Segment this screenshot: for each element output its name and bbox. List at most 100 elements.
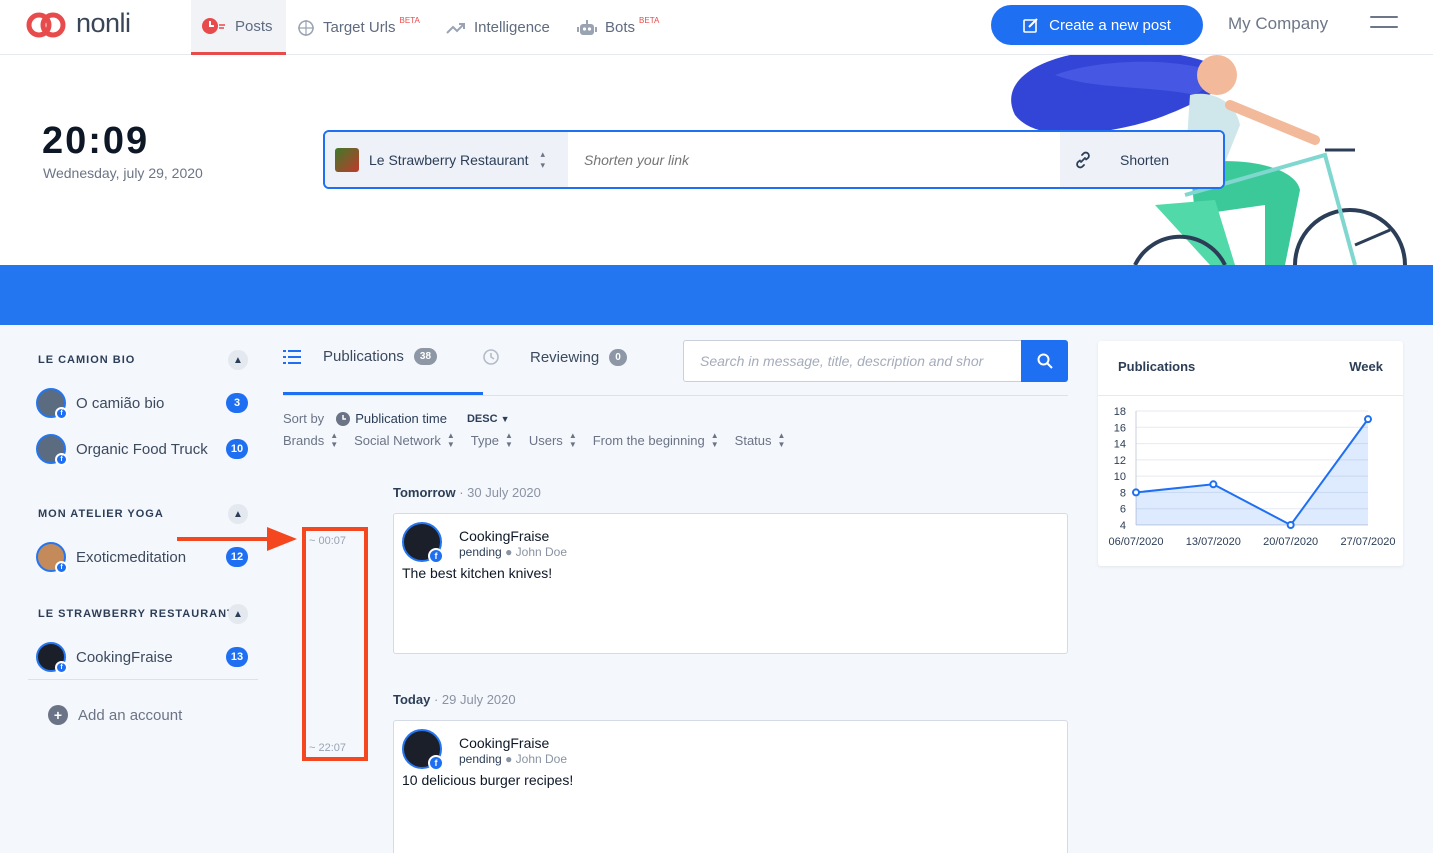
posts-clock-icon — [202, 18, 225, 34]
filter-label: Type — [470, 432, 499, 448]
sidebar-account[interactable]: f Organic Food Truck 10 — [36, 434, 248, 466]
nav-intelligence[interactable]: Intelligence — [446, 0, 550, 55]
link-input[interactable] — [568, 132, 1060, 187]
post-message: 10 delicious burger recipes! — [402, 772, 574, 788]
beta-badge: BETA — [639, 16, 660, 25]
nav-intelligence-label: Intelligence — [474, 19, 550, 36]
stats-title: Publications — [1118, 359, 1196, 374]
card-divider — [1098, 395, 1403, 396]
post-account-name: CookingFraise — [459, 528, 550, 544]
post-meta: pending ● John Doe — [459, 545, 567, 559]
sort-arrows-icon: ▲ ▼ — [330, 431, 339, 449]
filter-type[interactable]: Type ▲ ▼ — [471, 431, 513, 449]
tab-publications[interactable]: Publications 38 — [283, 348, 438, 365]
shorten-label: Shorten — [1120, 151, 1170, 168]
add-account-button[interactable]: + Add an account — [48, 705, 182, 725]
facebook-icon: f — [55, 561, 68, 574]
series-area — [1136, 419, 1368, 525]
sort-arrows-icon: ▲ ▼ — [568, 431, 577, 449]
sort-label: Sort by — [283, 411, 325, 426]
hamburger-menu-icon[interactable] — [1370, 16, 1398, 34]
day-label: Tomorrow — [393, 485, 456, 500]
brand-name[interactable]: nonli — [76, 8, 131, 39]
filter-users[interactable]: Users ▲ ▼ — [529, 431, 577, 449]
publications-count-badge: 38 — [413, 348, 438, 365]
nav-bots-label: Bots — [605, 19, 636, 36]
filter-date-range[interactable]: From the beginning ▲ ▼ — [593, 431, 719, 449]
filter-label: Users — [528, 432, 563, 448]
filters-bar: Brands ▲ ▼ Social Network ▲ ▼ Type ▲ ▼ Users ▲ ▼… — [283, 431, 785, 449]
collapse-chevron-icon[interactable]: ▲ — [228, 604, 248, 624]
plus-icon: + — [48, 705, 68, 725]
data-point — [1364, 415, 1372, 424]
avatar: f — [36, 434, 68, 466]
annotation-arrow-icon — [177, 527, 297, 551]
y-tick-label: 8 — [1120, 487, 1126, 499]
link-shortener: Le Strawberry Restaurant ▴ ▾ Shorten — [323, 130, 1225, 189]
nav-bots[interactable]: Bots BETA — [577, 0, 659, 55]
post-card[interactable]: f CookingFraise pending ● John Doe The b… — [393, 513, 1068, 654]
stats-period-select[interactable]: Week — [1349, 359, 1383, 374]
post-status: pending — [459, 545, 502, 559]
timeline-end-label: 22:07 — [318, 742, 347, 754]
history-icon — [483, 349, 499, 365]
sort-arrows-icon: ▲ ▼ — [777, 431, 786, 449]
post-status: pending — [459, 752, 502, 766]
create-post-button[interactable]: Create a new post — [991, 5, 1203, 45]
sidebar-account[interactable]: f O camião bio 3 — [36, 388, 248, 420]
filter-label: Status — [734, 432, 772, 448]
y-tick-label: 16 — [1114, 422, 1126, 434]
company-selector[interactable]: My Company — [1228, 14, 1328, 34]
tab-publications-label: Publications — [323, 348, 404, 365]
create-post-label: Create a new post — [1049, 16, 1171, 34]
trend-icon — [446, 22, 465, 34]
search-icon — [1037, 353, 1053, 369]
filter-status[interactable]: Status ▲ ▼ — [735, 431, 786, 449]
sort-bar: Sort by Publication time DESC ▼ — [283, 411, 510, 426]
tabs-divider — [283, 395, 1068, 396]
day-header: Tomorrow · 30 July 2020 — [393, 485, 541, 500]
day-date: 29 July 2020 — [441, 692, 516, 707]
beta-badge: BETA — [399, 16, 420, 25]
sidebar-account[interactable]: f CookingFraise 13 — [36, 642, 248, 674]
avatar: f — [402, 729, 444, 771]
post-count-badge: 3 — [226, 393, 248, 413]
y-tick-label: 6 — [1120, 504, 1126, 516]
search-button[interactable] — [1021, 340, 1068, 382]
robot-icon — [577, 19, 597, 35]
avatar: f — [36, 542, 68, 574]
sort-order-select[interactable]: DESC ▼ — [467, 413, 510, 425]
collapse-chevron-icon[interactable]: ▲ — [228, 504, 248, 524]
accent-band — [0, 265, 1433, 325]
post-card[interactable]: f CookingFraise pending ● John Doe 10 de… — [393, 720, 1068, 853]
user-icon: ● — [505, 545, 513, 559]
y-tick-label: 14 — [1114, 439, 1126, 451]
day-date: 30 July 2020 — [467, 485, 541, 500]
facebook-icon: f — [428, 548, 444, 564]
shorten-button[interactable]: Shorten — [1060, 132, 1223, 187]
publications-stats-card: Publications Week 4 6 8 10 12 14 16 18 06/07/202… — [1098, 341, 1403, 566]
avatar: f — [402, 522, 444, 564]
account-name: Organic Food Truck — [76, 440, 208, 458]
sort-field-select[interactable]: Publication time — [336, 411, 447, 426]
nav-posts[interactable]: Posts — [191, 0, 286, 55]
tab-reviewing[interactable]: Reviewing 0 — [482, 348, 627, 366]
filter-brands[interactable]: Brands ▲ ▼ — [283, 431, 338, 449]
post-count-badge: 13 — [226, 647, 248, 667]
group-title: MON ATELIER YOGA — [38, 508, 164, 520]
x-tick-label: 13/07/2020 — [1186, 536, 1241, 548]
post-meta: pending ● John Doe — [459, 752, 567, 766]
collapse-chevron-icon[interactable]: ▲ — [228, 350, 248, 370]
timeline-start-label: 00:07 — [318, 535, 347, 547]
data-point — [1286, 521, 1295, 529]
post-user: John Doe — [515, 545, 568, 559]
avatar: f — [36, 642, 68, 674]
nav-target-urls[interactable]: Target Urls BETA — [297, 0, 420, 55]
search-input[interactable]: Search in message, title, description an… — [683, 340, 1022, 382]
filter-social-network[interactable]: Social Network ▲ ▼ — [354, 431, 455, 449]
caret-down-icon: ▼ — [500, 413, 510, 424]
sort-arrows-icon: ▴ ▾ — [540, 148, 546, 170]
brand-select[interactable]: Le Strawberry Restaurant ▴ ▾ — [325, 132, 568, 187]
post-user: John Doe — [515, 752, 568, 766]
brand-thumbnail — [335, 147, 359, 172]
